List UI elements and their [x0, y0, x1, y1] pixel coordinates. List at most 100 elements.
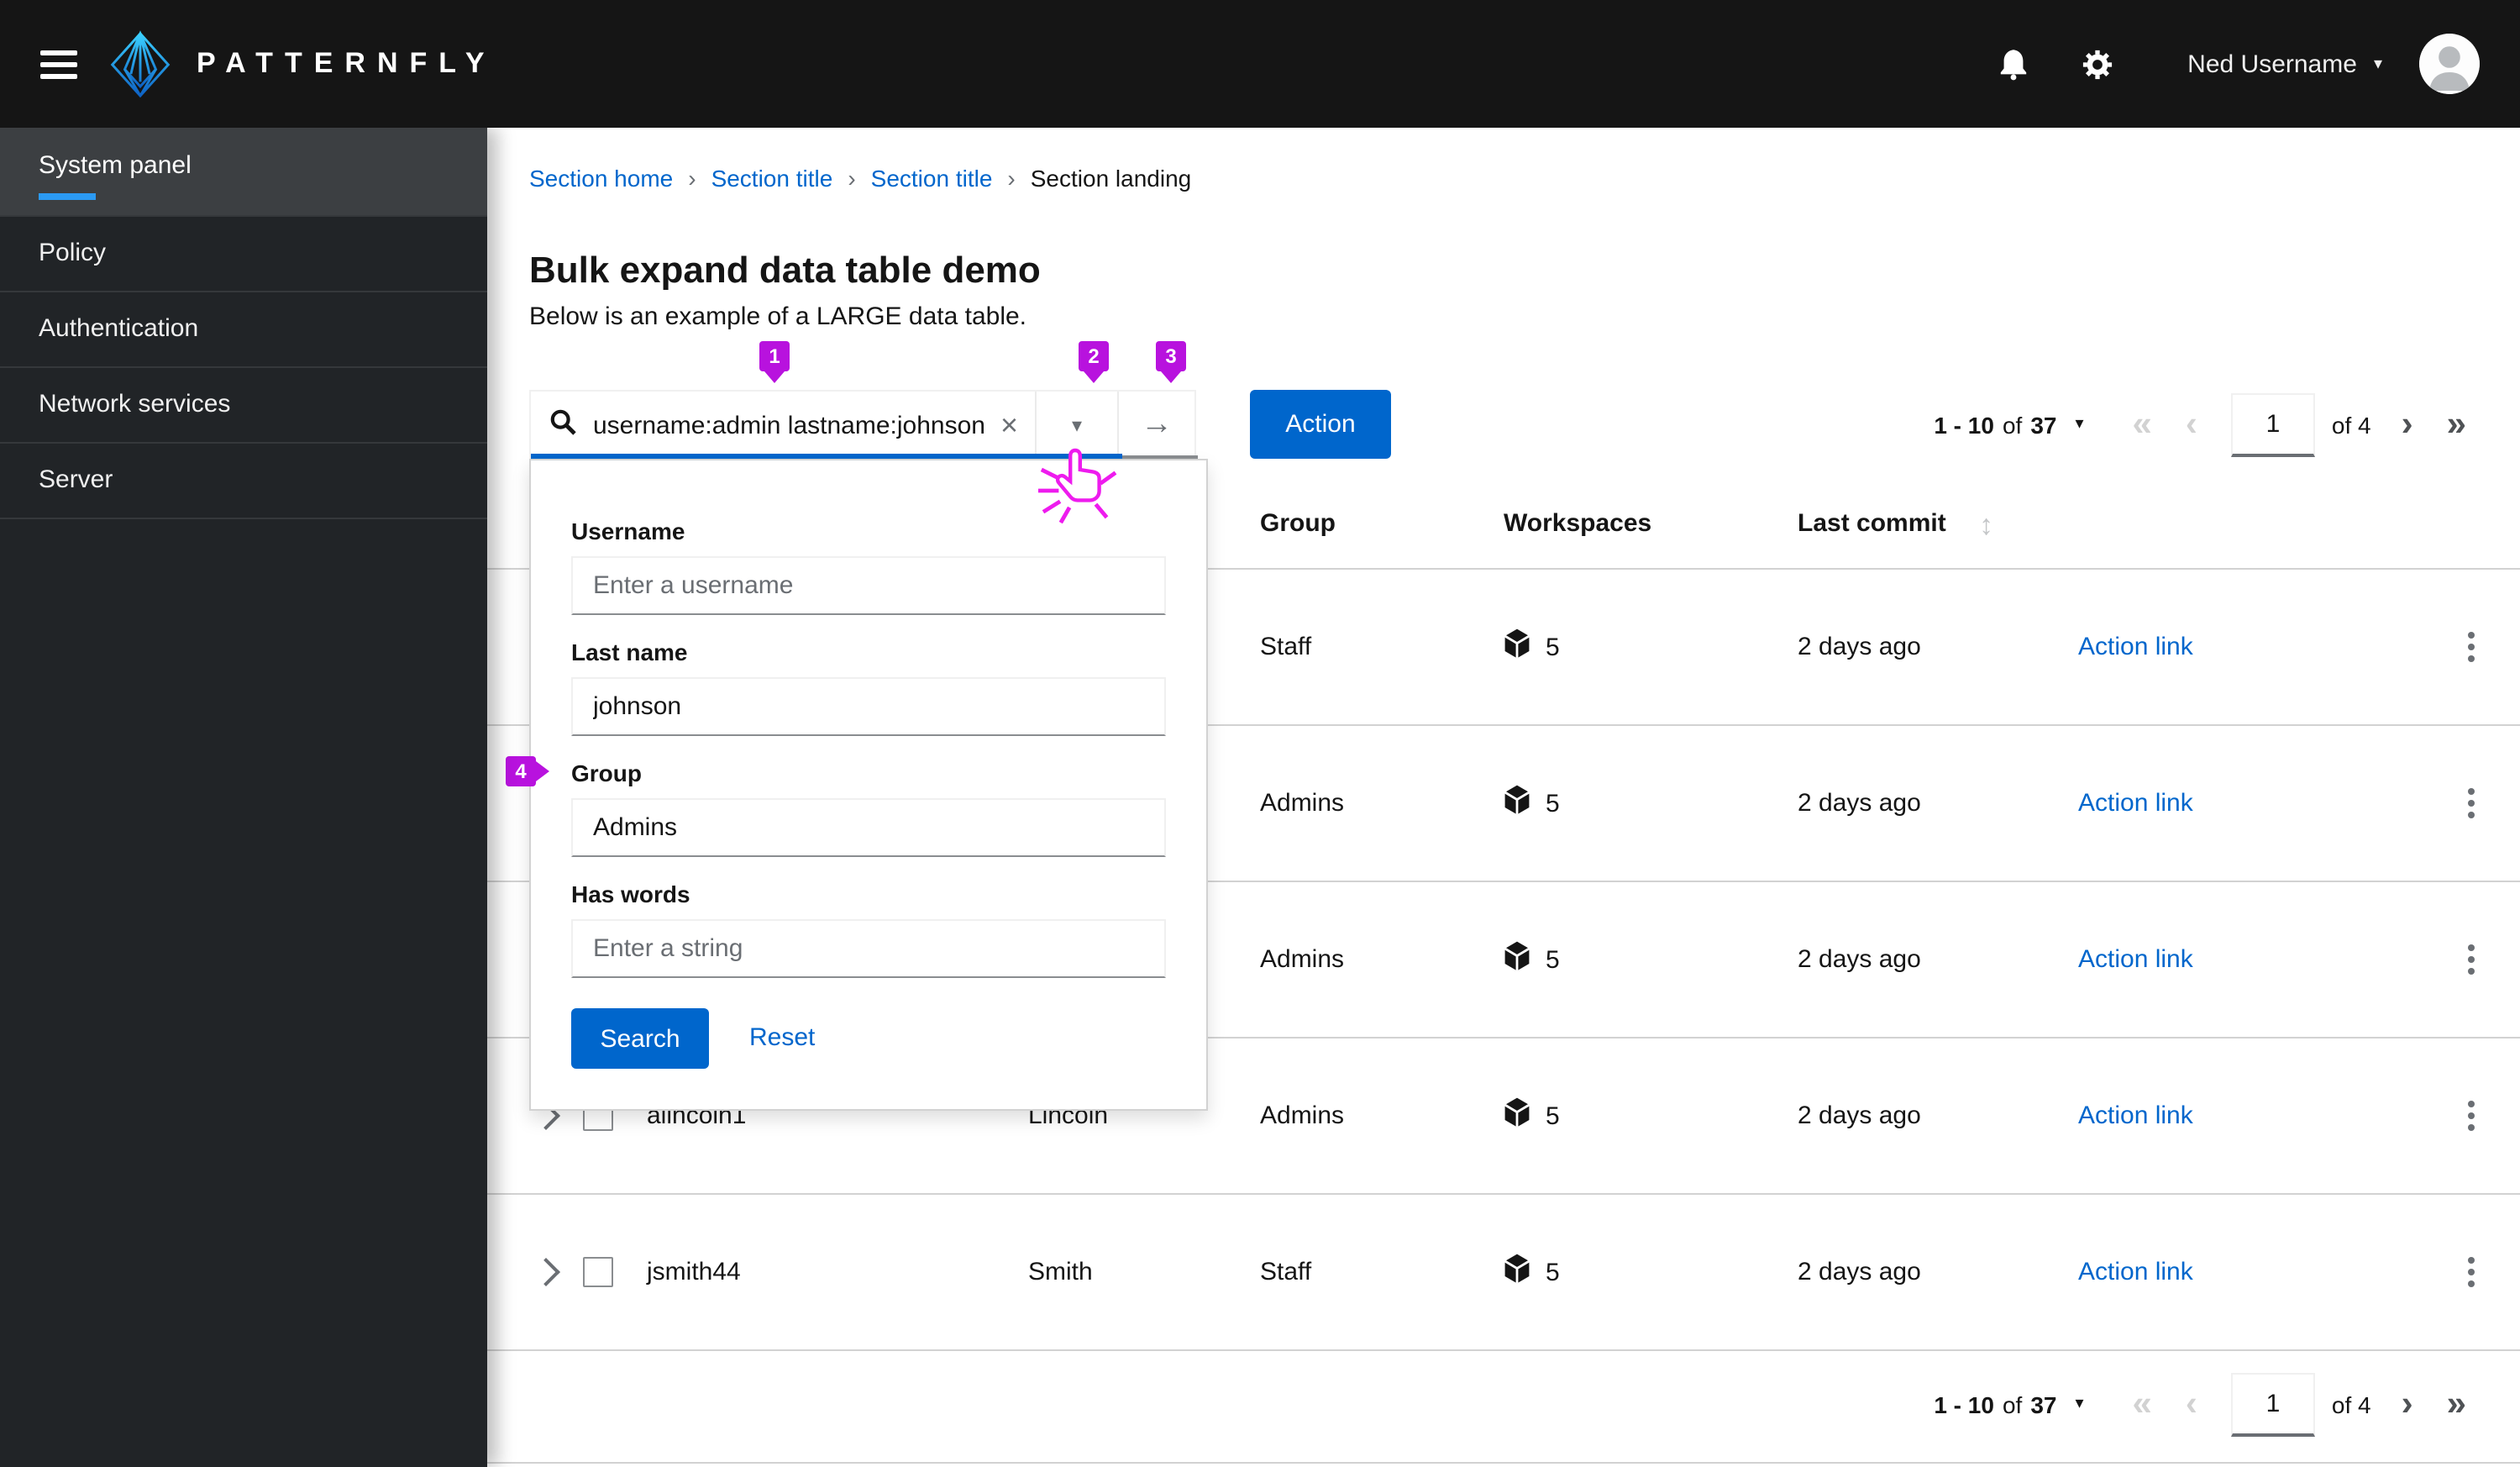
action-link[interactable]: Action link	[2078, 789, 2193, 818]
cell-username: jsmith44	[647, 1258, 741, 1286]
action-link[interactable]: Action link	[2078, 945, 2193, 974]
page-subtitle: Below is an example of a LARGE data tabl…	[529, 302, 1027, 331]
cell-workspaces: 5	[1546, 633, 1560, 661]
last-page-button[interactable]: »	[2444, 1386, 2470, 1422]
main-content: Section home › Section title › Section t…	[487, 128, 2520, 1467]
pagination-bottom: 1 - 10 of 37 ▾ « ‹ of 4 › »	[1934, 1370, 2470, 1438]
notifications-bell-icon[interactable]	[1982, 34, 2043, 94]
brand-name: PATTERNFLY	[197, 47, 496, 79]
patternfly-app: PATTERNFLY Ned Username ▾ System panel P…	[0, 0, 2520, 1467]
chevron-right-icon: ›	[688, 165, 696, 192]
lastname-field[interactable]	[571, 677, 1166, 736]
cell-last-commit: 2 days ago	[1798, 789, 1921, 818]
kebab-menu-icon[interactable]	[2461, 781, 2481, 825]
cell-workspaces: 5	[1546, 789, 1560, 818]
current-page-input[interactable]	[2230, 1372, 2315, 1436]
username-field[interactable]	[571, 556, 1166, 615]
kebab-menu-icon[interactable]	[2461, 625, 2481, 669]
cell-group: Staff	[1260, 1258, 1312, 1286]
cube-icon	[1504, 1254, 1530, 1291]
cell-group: Admins	[1260, 1102, 1345, 1130]
chevron-right-icon: ›	[848, 165, 856, 192]
action-link[interactable]: Action link	[2078, 633, 2193, 661]
first-page-button[interactable]: «	[2129, 407, 2155, 442]
action-link[interactable]: Action link	[2078, 1102, 2193, 1130]
breadcrumb-link[interactable]: Section title	[871, 165, 993, 192]
sidebar-item-server[interactable]: Server	[0, 444, 487, 519]
has-words-field[interactable]	[571, 919, 1166, 978]
pagination-of: of	[2002, 1391, 2023, 1417]
per-page-caret-icon[interactable]: ▾	[2075, 1395, 2083, 1413]
lastname-label: Last name	[571, 639, 688, 665]
column-header-workspaces[interactable]: Workspaces	[1504, 509, 1651, 538]
cell-workspaces: 5	[1546, 1258, 1560, 1286]
cube-icon	[1504, 1097, 1530, 1134]
pagination-range: 1 - 10	[1934, 1391, 1994, 1417]
current-page-input[interactable]	[2230, 392, 2315, 456]
prev-page-button[interactable]: ‹	[2182, 407, 2201, 442]
pagination-top: 1 - 10 of 37 ▾ « ‹ of 4 › »	[1934, 390, 2470, 459]
first-page-button[interactable]: «	[2129, 1386, 2155, 1422]
masthead: PATTERNFLY Ned Username ▾	[0, 0, 2520, 128]
column-header-group[interactable]: Group	[1260, 509, 1336, 538]
next-page-button[interactable]: ›	[2398, 1386, 2417, 1422]
kebab-menu-icon[interactable]	[2461, 938, 2481, 981]
clear-search-icon[interactable]: ×	[997, 410, 1021, 440]
sidebar-item-policy[interactable]: Policy	[0, 217, 487, 292]
cell-group: Admins	[1260, 945, 1345, 974]
cell-workspaces: 5	[1546, 1102, 1560, 1130]
row-checkbox[interactable]	[583, 1257, 613, 1287]
per-page-caret-icon[interactable]: ▾	[2075, 415, 2083, 434]
arrow-right-icon: →	[1141, 407, 1173, 442]
cell-lastname: Smith	[1028, 1258, 1093, 1286]
table-row: jsmith44 Smith Staff 5 2 days ago Action…	[487, 1195, 2520, 1351]
reset-link[interactable]: Reset	[749, 1023, 815, 1052]
sidebar-item-network-services[interactable]: Network services	[0, 368, 487, 444]
user-name: Ned Username	[2187, 50, 2357, 78]
cube-icon	[1504, 628, 1530, 665]
search-submit-button[interactable]: →	[1117, 392, 1194, 459]
kebab-menu-icon[interactable]	[2461, 1250, 2481, 1294]
user-menu[interactable]: Ned Username ▾	[2187, 50, 2382, 78]
sidebar-item-system-panel[interactable]: System panel	[0, 128, 487, 217]
pagination-total: 37	[2030, 1391, 2057, 1417]
sidebar-item-authentication[interactable]: Authentication	[0, 292, 487, 368]
breadcrumb-link[interactable]: Section title	[711, 165, 833, 192]
column-header-last-commit[interactable]: Last commit	[1798, 509, 1946, 538]
cube-icon	[1504, 785, 1530, 822]
cell-last-commit: 2 days ago	[1798, 945, 1921, 974]
cell-group: Staff	[1260, 633, 1312, 661]
prev-page-button[interactable]: ‹	[2182, 1386, 2201, 1422]
page-title: Bulk expand data table demo	[529, 248, 1041, 291]
breadcrumb-current: Section landing	[1030, 165, 1192, 192]
pagination-of: of	[2002, 411, 2023, 438]
cube-icon	[1504, 941, 1530, 978]
has-words-label: Has words	[571, 881, 690, 907]
group-field[interactable]	[571, 798, 1166, 857]
search-input[interactable]	[590, 409, 997, 441]
annotation-badge-3: 3	[1156, 341, 1186, 371]
pagination-total: 37	[2030, 411, 2057, 438]
breadcrumb-link[interactable]: Section home	[529, 165, 673, 192]
action-button[interactable]: Action	[1250, 390, 1391, 459]
action-link[interactable]: Action link	[2078, 1258, 2193, 1286]
breadcrumb: Section home › Section title › Section t…	[529, 165, 1191, 192]
search-button[interactable]: Search	[571, 1008, 709, 1069]
search-icon	[549, 408, 576, 443]
cell-group: Admins	[1260, 789, 1345, 818]
cell-workspaces: 5	[1546, 945, 1560, 974]
pagination-range: 1 - 10	[1934, 411, 1994, 438]
last-page-button[interactable]: »	[2444, 407, 2470, 442]
next-page-button[interactable]: ›	[2398, 407, 2417, 442]
kebab-menu-icon[interactable]	[2461, 1094, 2481, 1138]
caret-down-icon: ▾	[1071, 413, 1083, 437]
patternfly-logo-icon	[109, 29, 171, 98]
avatar[interactable]	[2419, 34, 2480, 94]
group-label: Group	[571, 760, 642, 786]
sort-icon[interactable]: ↕	[1979, 509, 1993, 543]
settings-gear-icon[interactable]	[2066, 34, 2127, 94]
annotation-badge-1: 1	[759, 341, 790, 371]
expand-chevron-icon[interactable]	[532, 1258, 560, 1286]
nav-toggle-button[interactable]	[40, 50, 77, 78]
username-label: Username	[571, 518, 685, 544]
